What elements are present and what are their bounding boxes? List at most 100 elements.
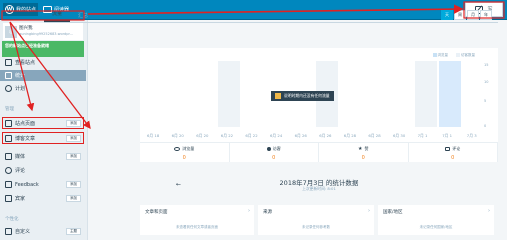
site-name: 图兴我 (19, 25, 33, 31)
x-tick-label: 6月 20 (196, 133, 209, 138)
personalize-section-label: 个性化 (5, 217, 19, 222)
tab-summary[interactable]: 汇总 (70, 12, 96, 22)
stats-icon (5, 72, 12, 79)
sidebar: ◎ 图兴我 quningbing99252683.wordpr... 您的新站点… (0, 20, 88, 240)
x-tick-label: 6月 28 (368, 133, 381, 138)
eye-icon (174, 147, 181, 151)
my-sites-label: 我的站点 (16, 7, 37, 13)
add-portfolio-button[interactable]: 添加 (66, 195, 81, 202)
chart-column[interactable] (193, 61, 215, 127)
stat-label: 评论 (452, 146, 461, 151)
last-updated: 上次更新时间: 8:01 (302, 186, 336, 191)
site-card[interactable]: ◎ 图兴我 quningbing99252683.wordpr... (3, 23, 83, 40)
x-tick-label: 6月 24 (270, 133, 283, 138)
sidebar-item-label: Feedback (15, 181, 39, 188)
legend-visitors: 访客数量 (456, 53, 475, 58)
stat-label: 赞 (364, 146, 369, 151)
chart-column[interactable] (414, 61, 437, 127)
stat-comments[interactable]: 评论 0 (409, 143, 498, 162)
card-message: 未记录任何国家/地区 (419, 225, 453, 229)
chart-column[interactable] (169, 61, 191, 127)
stat-value: 0 (451, 155, 455, 161)
stat-label: 浏览量 (182, 146, 195, 151)
stat-label: 访客 (272, 146, 281, 151)
card-countries[interactable]: 国家/地区 › 未记录任何国家/地区 (378, 205, 494, 235)
stat-value: 0 (361, 155, 365, 161)
customize-icon (5, 228, 12, 235)
manage-section-label: 管理 (5, 107, 14, 112)
sidebar-item-label: 自定义 (15, 229, 31, 235)
sidebar-item-label: 统计 (15, 73, 26, 79)
monitor-icon (5, 59, 12, 66)
sidebar-item-view-site[interactable]: 查看站点 (0, 57, 86, 68)
empty-chart-tooltip: 说明时期内还没有任何流量 (271, 91, 334, 101)
x-tick-label: 7月 1 (417, 133, 428, 138)
highlight-pages (2, 117, 84, 129)
sidebar-item-stats[interactable]: 统计 (0, 70, 86, 81)
x-tick-label: 6月 22 (220, 133, 234, 138)
sidebar-item-feedback[interactable]: Feedback 添加 (0, 179, 86, 190)
star-icon: ★ (358, 145, 363, 152)
themes-button[interactable]: 主题 (66, 228, 81, 235)
media-icon (5, 153, 12, 160)
card-title: 国家/地区 (383, 210, 403, 215)
stats-tabs: 流量 汇总 (44, 9, 498, 23)
chart-column[interactable] (341, 61, 363, 127)
period-day[interactable]: 天 (441, 10, 453, 20)
chart-column[interactable] (217, 61, 240, 127)
x-tick-label: 6月 30 (393, 133, 406, 138)
add-feedback-button[interactable]: 添加 (66, 181, 81, 188)
chart-column[interactable] (365, 61, 387, 127)
chevron-right-icon: › (248, 208, 250, 214)
comments-icon (5, 167, 12, 174)
x-tick-label: 6月 26 (294, 133, 307, 138)
sidebar-item-media[interactable]: 媒体 添加 (0, 151, 86, 162)
stats-summary-row: 浏览量 0 访客 0 ★ 赞 0 评论 0 (140, 142, 498, 162)
x-tick-label: 7月 3 (466, 133, 477, 138)
x-tick-label: 6月 20 (171, 133, 184, 138)
sidebar-item-label: 计划 (15, 86, 26, 92)
chart-legend: 浏览量 访客数量 (432, 53, 475, 58)
chart-column[interactable] (439, 61, 462, 127)
chart-column[interactable] (390, 61, 412, 127)
stat-visitors[interactable]: 访客 0 (230, 143, 319, 162)
sidebar-item-label: 媒体 (15, 154, 26, 160)
add-media-button[interactable]: 添加 (66, 153, 81, 160)
x-tick-label: 6月 22 (245, 133, 258, 138)
my-sites-button[interactable]: W 我的站点 (3, 3, 39, 16)
card-posts-pages[interactable]: 文章和页面 › 未查看到任何文章或者页面 (140, 205, 254, 235)
tab-traffic[interactable]: 流量 (44, 10, 71, 22)
feedback-icon (5, 181, 12, 188)
sidebar-item-label: 查看站点 (15, 60, 36, 66)
portfolio-icon (5, 195, 12, 202)
sidebar-item-comments[interactable]: 评论 (0, 165, 86, 176)
period-week[interactable]: 周 (454, 10, 466, 20)
legend-views: 浏览量 (432, 53, 448, 58)
sidebar-item-label: 宾家 (15, 196, 26, 202)
site-globe-icon: ◎ (5, 25, 17, 38)
sidebar-item-portfolio[interactable]: 宾家 添加 (0, 193, 86, 204)
period-switcher: 天 周 月 年 (441, 10, 492, 20)
chevron-right-icon: › (368, 208, 370, 214)
period-month[interactable]: 月 (467, 10, 479, 20)
x-tick-label: 7月 1 (442, 133, 453, 138)
card-referrers[interactable]: 来源 › 未记录任何参考数 (258, 205, 374, 235)
sidebar-item-plan[interactable]: 计划 (0, 83, 86, 94)
site-url: quningbing99252683.wordpr... (19, 31, 73, 36)
period-year[interactable]: 年 (480, 10, 492, 20)
x-tick-label: 6月 18 (147, 133, 160, 138)
site-ready-notice[interactable]: 您的新站点已经准备就绪 (2, 41, 84, 57)
plan-icon (5, 85, 12, 92)
notice-title: 您的新站点已经准备就绪 (5, 43, 49, 48)
card-title: 来源 (263, 210, 272, 215)
highlight-posts (2, 132, 84, 144)
chart-column[interactable] (464, 61, 486, 127)
stat-views[interactable]: 浏览量 0 (140, 143, 230, 162)
x-tick-label: 6月 28 (343, 133, 357, 138)
sidebar-item-customize[interactable]: 自定义 主题 (0, 226, 86, 237)
chevron-right-icon: › (488, 208, 490, 214)
comment-icon (445, 147, 451, 151)
chart-column[interactable] (242, 61, 264, 127)
stat-likes[interactable]: ★ 赞 0 (319, 143, 409, 162)
chart-column[interactable] (144, 61, 166, 127)
